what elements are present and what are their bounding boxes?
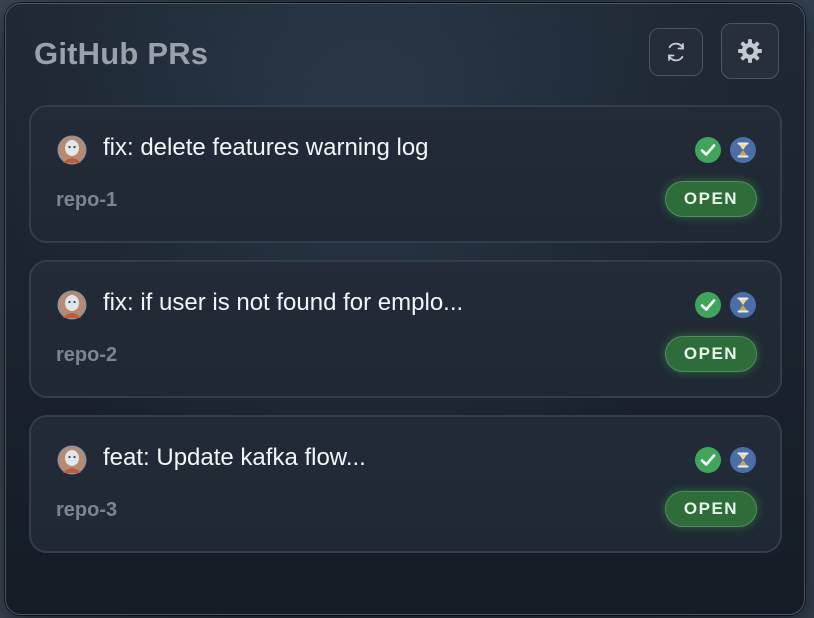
pr-card[interactable]: feat: Update kafka flow... repo-3 OPEN xyxy=(29,415,782,553)
hourglass-icon xyxy=(730,137,756,163)
refresh-button[interactable] xyxy=(649,28,703,76)
page-title: GitHub PRs xyxy=(34,36,209,71)
check-icon xyxy=(695,137,721,163)
repo-name: repo-1 xyxy=(56,189,118,211)
pr-title[interactable]: fix: if user is not found for emplo... xyxy=(103,289,463,317)
status-badge: OPEN xyxy=(665,491,757,527)
check-icon xyxy=(695,447,721,473)
settings-button[interactable] xyxy=(721,23,779,79)
pr-title[interactable]: fix: delete features warning log xyxy=(103,134,429,162)
repo-name: repo-3 xyxy=(56,499,118,521)
hourglass-icon xyxy=(730,292,756,318)
status-badge: OPEN xyxy=(665,336,757,372)
gear-icon xyxy=(738,39,762,63)
hourglass-icon xyxy=(730,447,756,473)
author-avatar xyxy=(57,290,87,320)
status-badge: OPEN xyxy=(665,181,757,217)
pr-card[interactable]: fix: if user is not found for emplo... r… xyxy=(29,260,782,398)
author-avatar xyxy=(57,445,87,475)
author-avatar xyxy=(57,135,87,165)
pr-title[interactable]: feat: Update kafka flow... xyxy=(103,444,366,472)
check-icon xyxy=(695,292,721,318)
pr-card[interactable]: fix: delete features warning log repo-1 … xyxy=(29,105,782,243)
repo-name: repo-2 xyxy=(56,344,118,366)
refresh-icon xyxy=(668,42,684,62)
github-prs-panel: GitHub PRs fix: delete features warning … xyxy=(5,3,805,615)
